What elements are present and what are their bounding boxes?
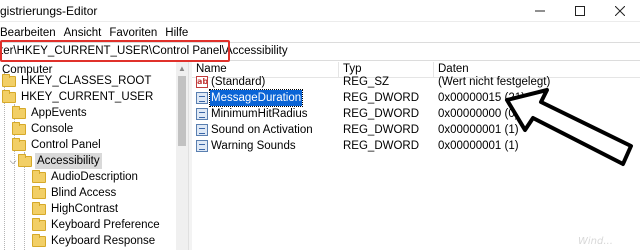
tree-scrollbar[interactable]: ▲ — [176, 62, 188, 250]
value-name: MessageDuration — [208, 89, 304, 107]
tree-item-console[interactable]: Console — [12, 121, 75, 137]
tree-item-label: HKEY_CURRENT_USER — [21, 91, 154, 103]
window-controls — [520, 0, 640, 22]
tree-item-control-panel[interactable]: Control Panel — [12, 137, 103, 153]
menu-help[interactable]: Hilfe — [161, 24, 192, 42]
value-name: (Standard) — [211, 76, 266, 88]
value-row-standard[interactable]: (Standard) REG_SZ (Wert nicht festgelegt… — [192, 74, 640, 90]
value-data: 0x00000015 (21) — [438, 92, 525, 104]
value-type: REG_DWORD — [343, 124, 420, 136]
dword-value-icon — [196, 108, 208, 120]
title-bar: gistrierungs-Editor — [0, 0, 640, 22]
dword-value-icon — [196, 124, 208, 136]
folder-icon — [18, 154, 32, 167]
dword-value-icon — [196, 92, 208, 104]
tree-item-label: Console — [31, 123, 74, 135]
folder-icon — [32, 218, 46, 231]
tree-item-label: AppEvents — [31, 107, 87, 119]
scroll-up-arrow-icon[interactable]: ▲ — [176, 64, 188, 74]
folder-icon — [32, 234, 46, 247]
tree-item-keyboard-preference[interactable]: Keyboard Preference — [32, 217, 162, 233]
tree-item-accessibility[interactable]: ⌵ Accessibility — [8, 153, 102, 169]
tree-item-label: Blind Access — [51, 187, 117, 199]
value-name: Sound on Activation — [211, 124, 313, 136]
minimize-icon — [535, 10, 545, 12]
value-data: 0x00000001 (1) — [438, 124, 519, 136]
value-data: 0x00000000 (0) — [438, 108, 519, 120]
folder-icon — [2, 90, 16, 103]
value-row-minimumhitradius[interactable]: MinimumHitRadius REG_DWORD 0x00000000 (0… — [192, 106, 640, 122]
value-data: 0x00000001 (1) — [438, 140, 519, 152]
menu-view[interactable]: Ansicht — [60, 24, 106, 42]
folder-icon — [2, 74, 16, 87]
folder-icon — [32, 186, 46, 199]
folder-icon — [12, 106, 26, 119]
tree-item-appevents[interactable]: AppEvents — [12, 105, 89, 121]
value-type: REG_SZ — [343, 76, 390, 88]
minimize-button[interactable] — [520, 0, 560, 22]
close-button[interactable] — [600, 0, 640, 22]
value-name: Warning Sounds — [211, 140, 296, 152]
tree-item-label: Keyboard Preference — [51, 219, 160, 231]
tree-item-hkey-classes-root[interactable]: HKEY_CLASSES_ROOT — [2, 73, 153, 89]
folder-icon — [32, 202, 46, 215]
tree-item-label: Accessibility — [35, 153, 102, 169]
folder-icon — [12, 138, 26, 151]
tree-item-label: HKEY_CLASSES_ROOT — [21, 75, 152, 87]
value-row-sound-on-activation[interactable]: Sound on Activation REG_DWORD 0x00000001… — [192, 122, 640, 138]
tree-item-audiodescription[interactable]: AudioDescription — [32, 169, 140, 185]
maximize-icon — [575, 6, 585, 16]
menu-bar: Bearbeiten Ansicht Favoriten Hilfe — [0, 24, 192, 42]
tree-item-label: Control Panel — [31, 139, 101, 151]
value-row-messageduration[interactable]: MessageDuration REG_DWORD 0x00000015 (21… — [192, 89, 640, 107]
window-title: gistrierungs-Editor — [0, 4, 98, 18]
chevron-down-icon[interactable]: ⌵ — [8, 153, 18, 169]
value-type: REG_DWORD — [343, 92, 420, 104]
value-data: (Wert nicht festgelegt) — [438, 76, 551, 88]
tree-item-highcontrast[interactable]: HighContrast — [32, 201, 120, 217]
values-list: Name Typ Daten (Standard) REG_SZ (Wert n… — [192, 62, 640, 250]
tree-item-label: HighContrast — [51, 203, 119, 215]
tree-item-keyboard-response[interactable]: Keyboard Response — [32, 233, 157, 249]
value-row-warning-sounds[interactable]: Warning Sounds REG_DWORD 0x00000001 (1) — [192, 138, 640, 154]
tree-item-hkey-current-user[interactable]: HKEY_CURRENT_USER — [2, 89, 155, 105]
tree-item-blind-access[interactable]: Blind Access — [32, 185, 118, 201]
value-type: REG_DWORD — [343, 108, 420, 120]
close-icon — [615, 6, 625, 16]
menu-edit[interactable]: Bearbeiten — [0, 24, 60, 42]
scrollbar-thumb[interactable] — [178, 76, 186, 146]
string-value-icon — [196, 74, 208, 90]
value-type: REG_DWORD — [343, 140, 420, 152]
address-bar[interactable]: ter\HKEY_CURRENT_USER\Control Panel\Acce… — [0, 42, 640, 61]
folder-icon — [12, 122, 26, 135]
tree-item-label: Keyboard Response — [51, 235, 156, 247]
dword-value-icon — [196, 140, 208, 152]
maximize-button[interactable] — [560, 0, 600, 22]
menu-favorites[interactable]: Favoriten — [105, 24, 161, 42]
tree-item-label: AudioDescription — [51, 171, 138, 183]
registry-tree: Computer HKEY_CLASSES_ROOT HKEY_CURRENT_… — [0, 62, 188, 250]
value-name: MinimumHitRadius — [211, 108, 308, 120]
address-path[interactable]: ter\HKEY_CURRENT_USER\Control Panel\Acce… — [0, 45, 288, 57]
folder-icon — [32, 170, 46, 183]
watermark: Wind... — [578, 236, 613, 247]
